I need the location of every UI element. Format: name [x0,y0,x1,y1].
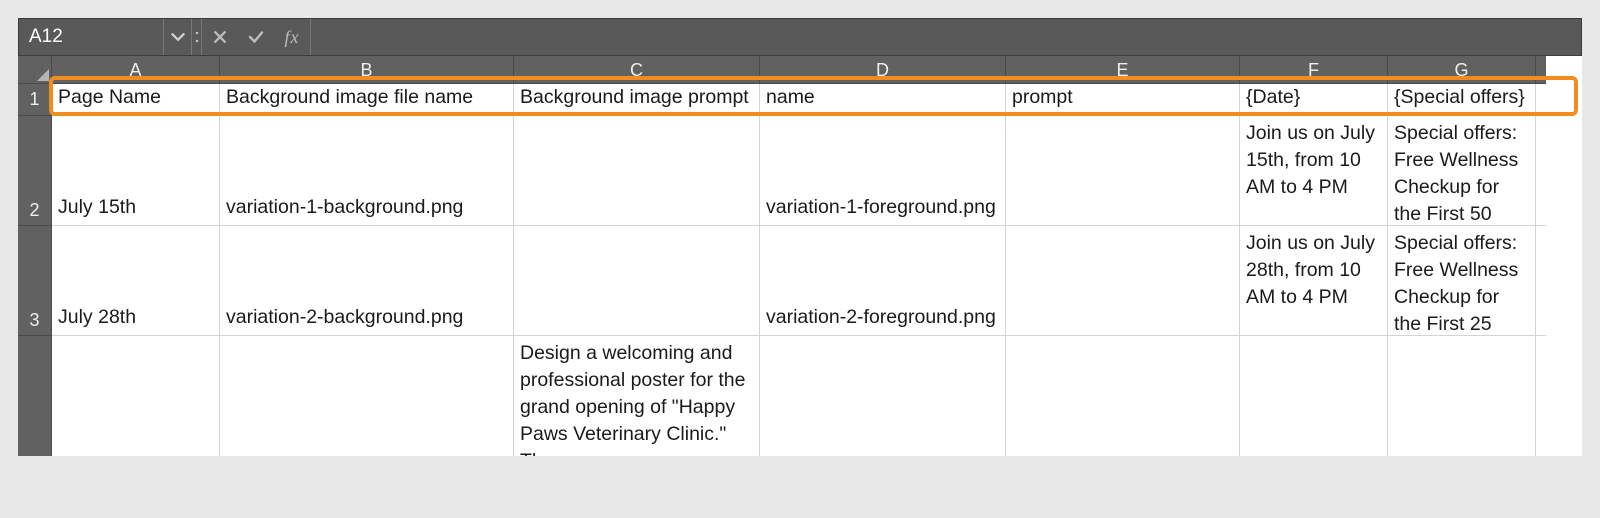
cell-B2[interactable]: variation-1-background.png [220,116,514,226]
cell-C1[interactable]: Background image prompt [514,84,760,116]
column-header-C[interactable]: C [514,56,760,84]
cell-C2[interactable] [514,116,760,226]
cell-B1[interactable]: Background image file name [220,84,514,116]
column-header-D[interactable]: D [760,56,1006,84]
cell-E4[interactable] [1006,336,1240,456]
cell-G2[interactable]: Special offers: Free Wellness Checkup fo… [1388,116,1536,226]
edge [1536,226,1546,336]
cell-D1[interactable]: Foreground image file name [760,84,1006,116]
cell-E2[interactable] [1006,116,1240,226]
name-box[interactable]: A12 [19,19,164,55]
cell-C4[interactable]: Design a welcoming and professional post… [514,336,760,456]
formula-bar: A12 fx [18,18,1582,56]
edge [1536,84,1546,116]
cell-D4[interactable] [760,336,1006,456]
column-header-edge [1536,56,1546,84]
row-header-4[interactable] [18,336,52,456]
cell-B3[interactable]: variation-2-background.png [220,226,514,336]
cancel-formula-button[interactable] [202,19,238,55]
column-header-A[interactable]: A [52,56,220,84]
select-all-corner[interactable] [18,56,52,84]
insert-function-button[interactable]: fx [274,19,310,55]
cell-G1[interactable]: {Special offers} [1388,84,1536,116]
formula-bar-separator [192,19,202,55]
cell-A3[interactable]: July 28th [52,226,220,336]
cell-F3[interactable]: Join us on July 28th, from 10 AM to 4 PM [1240,226,1388,336]
cell-E3[interactable] [1006,226,1240,336]
row-header-3[interactable]: 3 [18,226,52,336]
cell-A1[interactable]: Page Name [52,84,220,116]
cell-E1[interactable]: Foreground image prompt [1006,84,1240,116]
cell-A4[interactable] [52,336,220,456]
column-header-F[interactable]: F [1240,56,1388,84]
name-box-dropdown[interactable] [164,19,192,55]
edge [1536,336,1546,456]
cell-C3[interactable] [514,226,760,336]
cell-F4[interactable] [1240,336,1388,456]
cell-G3[interactable]: Special offers: Free Wellness Checkup fo… [1388,226,1536,336]
cell-G4[interactable] [1388,336,1536,456]
cell-D2[interactable]: variation-1-foreground.png [760,116,1006,226]
column-header-B[interactable]: B [220,56,514,84]
column-header-G[interactable]: G [1388,56,1536,84]
column-header-E[interactable]: E [1006,56,1240,84]
accept-formula-button[interactable] [238,19,274,55]
cell-B4[interactable] [220,336,514,456]
cell-F2[interactable]: Join us on July 15th, from 10 AM to 4 PM [1240,116,1388,226]
formula-input[interactable] [310,19,1581,55]
row-header-1[interactable]: 1 [18,84,52,116]
cell-A2[interactable]: July 15th [52,116,220,226]
row-header-2[interactable]: 2 [18,116,52,226]
cell-F1[interactable]: {Date} [1240,84,1388,116]
spreadsheet-grid[interactable]: A B C D E F G 1 Page Name Background ima… [18,56,1582,456]
spreadsheet-window: A12 fx A B C D E F G 1 Page Name Backgro… [18,18,1582,456]
edge [1536,116,1546,226]
cell-D3[interactable]: variation-2-foreground.png [760,226,1006,336]
